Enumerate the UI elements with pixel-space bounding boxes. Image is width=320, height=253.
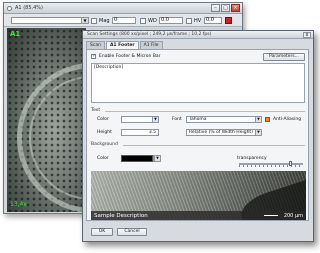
image-window-title: A1 (85.4%) <box>15 5 43 11</box>
tab-a1-file[interactable]: A1 File <box>139 41 163 49</box>
description-textarea[interactable]: [Description] <box>91 63 305 103</box>
font-label: Font <box>172 117 182 122</box>
mag-label: Mag <box>99 18 110 24</box>
sem-image[interactable]: A1 13,4x <box>7 28 86 212</box>
micron-bar-label: 200 µm <box>283 213 303 219</box>
hv-checkbox[interactable] <box>186 18 192 24</box>
close-icon[interactable]: x <box>303 32 311 38</box>
hv-label: HV <box>194 18 202 24</box>
anti-aliasing-label: Anti-Aliasing <box>273 117 302 122</box>
settings-title: Scan Settings (800 xs/pixel ; 249,2 µs/f… <box>87 32 212 37</box>
transparency-slider[interactable] <box>239 161 303 167</box>
ok-button[interactable]: OK <box>91 228 113 236</box>
text-section-title: Text <box>91 108 101 113</box>
mag-checkbox[interactable] <box>91 18 97 24</box>
footer-panel: Enable Footer & Micron Bar Parameters...… <box>86 49 309 221</box>
height-mode-dropdown[interactable]: Relative (% of Width Height) ▼ <box>186 129 262 136</box>
anti-aliasing-checkbox[interactable] <box>265 117 270 122</box>
footer-preview: Sample Description 200 µm <box>91 171 306 220</box>
chevron-down-icon[interactable]: ▼ <box>255 117 261 122</box>
height-field[interactable]: 3.5 <box>121 129 159 136</box>
image-toolbar: ▼ Mag 0 WD 0.0 HV 0.0 <box>4 14 242 27</box>
transparency-slider-thumb[interactable] <box>289 161 293 166</box>
text-color-label: Color <box>97 117 109 122</box>
background-color-picker[interactable]: ▼ <box>153 155 161 162</box>
tab-scan[interactable]: Scan <box>86 41 105 49</box>
window-app-icon <box>7 6 12 11</box>
hv-field[interactable]: 0.0 <box>204 17 222 24</box>
background-color-label: Color <box>97 156 109 161</box>
settings-tabs: Scan A1 Footer A1 File <box>86 41 164 50</box>
parameters-button[interactable]: Parameters... <box>263 53 305 61</box>
background-section-title: Background <box>91 142 118 147</box>
section-divider <box>105 111 305 112</box>
chevron-down-icon[interactable]: ▼ <box>255 130 261 135</box>
chevron-down-icon[interactable]: ▼ <box>154 156 160 161</box>
source-dropdown[interactable]: ▼ <box>11 17 89 24</box>
minimize-icon[interactable]: – <box>211 4 220 12</box>
section-divider <box>123 145 305 146</box>
cancel-button[interactable]: Cancel <box>117 228 147 236</box>
record-indicator[interactable] <box>225 17 232 24</box>
wd-field[interactable]: 0.0 <box>159 17 183 24</box>
background-color-swatch[interactable] <box>121 155 153 162</box>
image-overlay-label: A1 <box>10 30 21 38</box>
image-window-titlebar[interactable]: A1 (85.4%) – □ × <box>4 3 242 14</box>
magnification-label: 13,4x <box>10 201 27 208</box>
micron-bar <box>264 215 278 216</box>
height-label: Height <box>97 130 112 135</box>
close-icon[interactable]: × <box>231 4 240 12</box>
mag-field[interactable]: 0 <box>112 17 136 24</box>
wd-checkbox[interactable] <box>140 18 146 24</box>
scan-settings-window: Scan Settings (800 xs/pixel ; 249,2 µs/f… <box>82 30 314 242</box>
wd-label: WD <box>148 18 157 24</box>
font-dropdown[interactable]: Tahoma ▼ <box>186 116 262 123</box>
enable-footer-label: Enable Footer & Micron Bar <box>99 54 161 59</box>
text-color-picker[interactable]: ▼ <box>121 116 159 123</box>
settings-titlebar[interactable]: Scan Settings (800 xs/pixel ; 249,2 µs/f… <box>83 31 313 39</box>
enable-footer-checkbox[interactable] <box>91 53 96 59</box>
preview-description: Sample Description <box>94 213 148 219</box>
chevron-down-icon[interactable]: ▼ <box>152 117 158 122</box>
maximize-icon[interactable]: □ <box>221 4 230 12</box>
chevron-down-icon[interactable]: ▼ <box>81 18 88 23</box>
